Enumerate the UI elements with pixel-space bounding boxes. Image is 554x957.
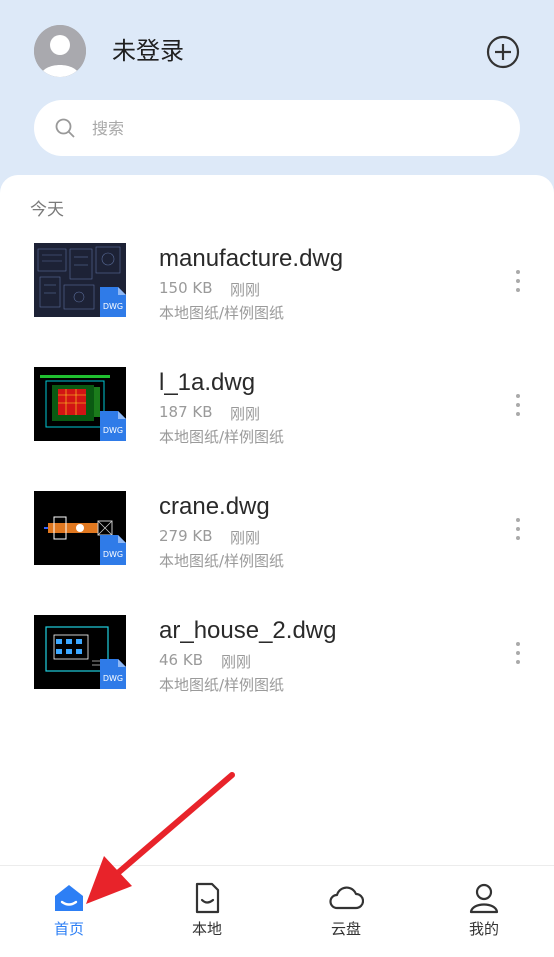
search-icon [54,117,76,139]
svg-text:DWG: DWG [103,550,123,559]
file-path: 本地图纸/样例图纸 [159,428,285,446]
svg-text:DWG: DWG [103,426,123,435]
more-options-button[interactable] [508,391,528,419]
tab-label: 本地 [191,920,222,938]
file-name: l_1a.dwg [159,369,256,396]
user-icon [466,880,502,916]
tab-local[interactable]: 本地 [157,866,257,957]
more-options-button[interactable] [508,515,528,543]
dwg-file-icon: DWG [100,287,126,317]
file-modified-time: 刚刚 [221,653,252,671]
file-name: ar_house_2.dwg [159,617,337,644]
file-name: crane.dwg [159,493,270,520]
file-size: 187 KB [159,403,213,421]
file-list-item[interactable]: DWG manufacture.dwg 150 KB 刚刚 本地图纸/样例图纸 [0,243,554,353]
home-icon [51,880,87,916]
file-list-item[interactable]: DWG l_1a.dwg 187 KB 刚刚 本地图纸/样例图纸 [0,367,554,477]
more-vertical-icon [516,642,520,664]
file-size: 150 KB [159,279,213,297]
avatar-icon [34,25,86,77]
more-options-button[interactable] [508,267,528,295]
local-file-icon [189,880,225,916]
add-button[interactable] [486,35,520,69]
file-list-item[interactable]: DWG ar_house_2.dwg 46 KB 刚刚 本地图纸/样例图纸 [0,615,554,725]
plus-circle-icon [486,35,520,69]
file-size: 279 KB [159,527,213,545]
cloud-icon [328,880,364,916]
bottom-tab-bar: 首页 本地 云盘 我的 [0,865,554,957]
dwg-file-icon: DWG [100,411,126,441]
more-vertical-icon [516,518,520,540]
more-options-button[interactable] [508,639,528,667]
file-path: 本地图纸/样例图纸 [159,304,285,322]
tab-mine[interactable]: 我的 [434,866,534,957]
section-label-today: 今天 [30,200,64,220]
file-list-item[interactable]: DWG crane.dwg 279 KB 刚刚 本地图纸/样例图纸 [0,491,554,601]
dwg-file-icon: DWG [100,659,126,689]
file-modified-time: 刚刚 [230,281,261,299]
more-vertical-icon [516,394,520,416]
login-status-label[interactable]: 未登录 [112,34,184,68]
svg-text:DWG: DWG [103,302,123,311]
avatar[interactable] [34,25,86,77]
file-size: 46 KB [159,651,203,669]
file-modified-time: 刚刚 [230,405,261,423]
file-path: 本地图纸/样例图纸 [159,676,285,694]
svg-text:DWG: DWG [103,674,123,683]
search-input[interactable] [92,114,492,142]
tab-cloud[interactable]: 云盘 [296,866,396,957]
file-path: 本地图纸/样例图纸 [159,552,285,570]
header: 未登录 [0,0,554,190]
file-name: manufacture.dwg [159,245,344,272]
more-vertical-icon [516,270,520,292]
tab-label: 首页 [53,920,84,938]
tab-home[interactable]: 首页 [19,866,119,957]
file-modified-time: 刚刚 [230,529,261,547]
tab-label: 我的 [468,920,499,938]
search-bar[interactable] [34,100,520,156]
tab-label: 云盘 [330,920,361,938]
recent-files-panel: 今天 DWG manufacture.dwg 150 KB 刚刚 本地图纸/样例… [0,175,554,865]
dwg-file-icon: DWG [100,535,126,565]
